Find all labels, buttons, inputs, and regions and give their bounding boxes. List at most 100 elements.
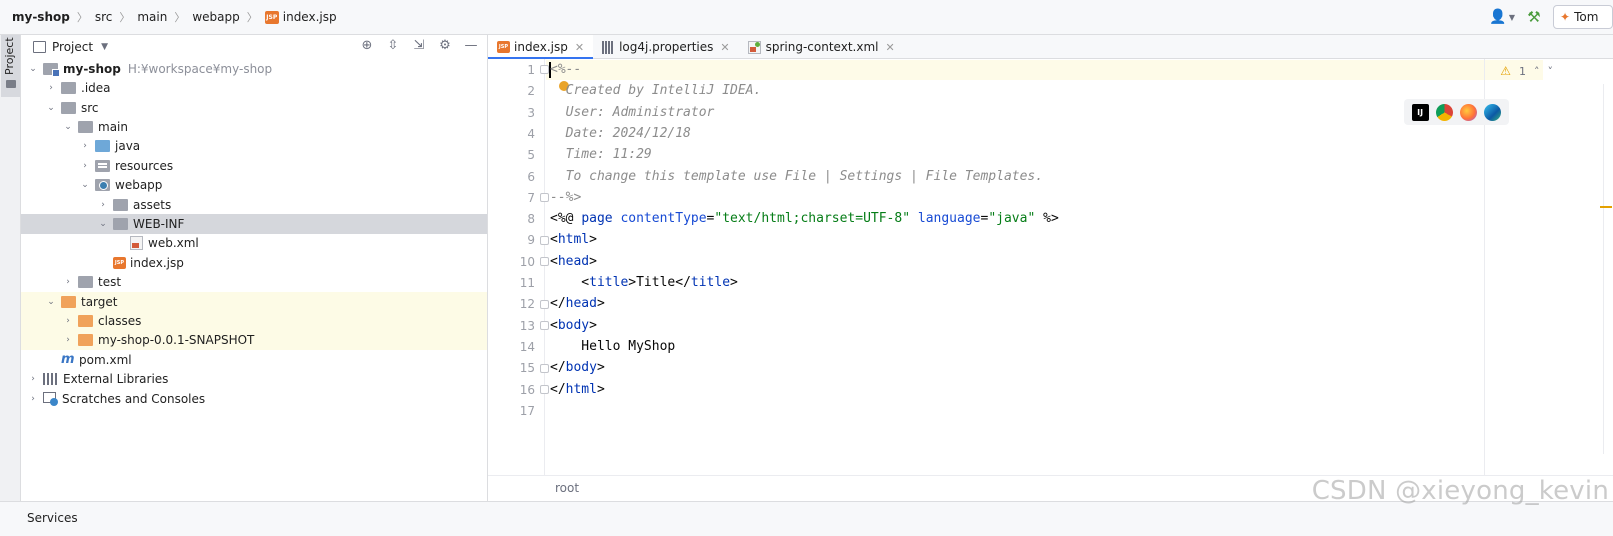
code-editor[interactable]: 1 2 3 4 5 6 7 8 9 10 11 12 13 14 15 16 1… xyxy=(488,59,1613,475)
jsp-file-icon: JSP xyxy=(113,256,126,269)
collapse-all-icon[interactable]: ⇲ xyxy=(411,38,427,54)
tree-item-web-inf[interactable]: ⌄ WEB-INF xyxy=(21,214,487,234)
tree-item-my-shop[interactable]: ⌄ my-shop H:¥workspace¥my-shop xyxy=(21,59,487,79)
tree-item-path-hint: H:¥workspace¥my-shop xyxy=(127,61,273,76)
fold-marker-icon[interactable] xyxy=(540,385,549,394)
chevron-right-icon[interactable]: › xyxy=(79,141,91,151)
tree-item-src[interactable]: ⌄ src xyxy=(21,98,487,118)
fold-marker-icon[interactable] xyxy=(540,65,549,74)
close-icon[interactable]: ✕ xyxy=(720,41,729,54)
tree-item-classes[interactable]: › classes xyxy=(21,311,487,331)
tree-item-pom-xml[interactable]: m pom.xml xyxy=(21,350,487,370)
chrome-icon[interactable] xyxy=(1435,103,1453,121)
tree-item-test[interactable]: › test xyxy=(21,272,487,292)
warning-stripe-marker[interactable] xyxy=(1600,206,1612,208)
breadcrumb-item-webapp[interactable]: webapp 〉 xyxy=(192,9,264,25)
fold-marker-icon[interactable] xyxy=(540,321,549,330)
fold-marker-icon[interactable] xyxy=(540,300,549,309)
project-stripe-label: Project xyxy=(3,37,16,75)
chevron-up-icon[interactable]: ˄ xyxy=(1534,65,1540,78)
chevron-right-icon[interactable]: › xyxy=(62,316,74,326)
tree-item-web-xml[interactable]: web.xml xyxy=(21,234,487,254)
title-text: >Title</ xyxy=(628,275,691,290)
chevron-down-icon[interactable]: ⌄ xyxy=(27,64,39,74)
chevron-down-icon[interactable]: ⌄ xyxy=(45,297,57,307)
vcs-user-button[interactable]: 👤 ▼ xyxy=(1489,9,1515,25)
chevron-down-icon[interactable]: ⌄ xyxy=(62,122,74,132)
tab-log4j-properties[interactable]: log4j.properties ✕ xyxy=(593,35,739,59)
library-icon xyxy=(43,373,58,386)
tag-bracket: > xyxy=(589,317,597,333)
structure-path[interactable]: root xyxy=(555,481,579,495)
run-configuration-select[interactable]: ✦ Tom xyxy=(1553,5,1613,29)
line-number-gutter[interactable]: 1 2 3 4 5 6 7 8 9 10 11 12 13 14 15 16 1… xyxy=(488,59,545,475)
chevron-down-icon[interactable]: ⌄ xyxy=(97,219,109,229)
tree-item-resources[interactable]: › resources xyxy=(21,156,487,176)
tree-item-label: External Libraries xyxy=(63,372,169,387)
breadcrumb-item-file[interactable]: JSP index.jsp xyxy=(264,10,337,24)
tree-item-snapshot[interactable]: › my-shop-0.0.1-SNAPSHOT xyxy=(21,330,487,351)
close-icon[interactable]: ✕ xyxy=(575,41,584,54)
close-icon[interactable]: ✕ xyxy=(885,41,894,54)
expand-all-icon[interactable]: ⇳ xyxy=(385,38,401,54)
fold-marker-icon[interactable] xyxy=(540,257,549,266)
tree-item-target[interactable]: ⌄ target xyxy=(21,291,487,312)
tag-bracket: > xyxy=(730,275,738,290)
tree-item-external-libraries[interactable]: › External Libraries xyxy=(21,369,487,389)
toolbar-right: 👤 ▼ ⚒ ✦ Tom xyxy=(1489,5,1613,29)
breadcrumb-item-project[interactable]: my-shop 〉 xyxy=(12,9,95,25)
tree-item-scratches[interactable]: › Scratches and Consoles xyxy=(21,389,487,409)
project-view-selector[interactable]: Project xyxy=(52,40,93,54)
chevron-right-icon[interactable]: › xyxy=(62,335,74,345)
tab-spring-context-xml[interactable]: spring-context.xml ✕ xyxy=(739,35,904,59)
chevron-down-icon[interactable]: ˅ xyxy=(1548,65,1554,78)
tree-item-index-jsp[interactable]: JSP index.jsp xyxy=(21,253,487,273)
attribute-value: "text/html;charset=UTF-8" xyxy=(714,211,911,227)
tag-bracket: < xyxy=(550,253,558,269)
chevron-right-icon[interactable]: › xyxy=(79,161,91,171)
chevron-down-icon[interactable]: ⌄ xyxy=(79,180,91,190)
tree-item-label: my-shop-0.0.1-SNAPSHOT xyxy=(98,333,255,348)
code-line-8: <%@ page contentType="text/html;charset=… xyxy=(550,211,1059,226)
services-tool-button[interactable]: Services xyxy=(27,511,78,525)
chevron-right-icon[interactable]: › xyxy=(97,200,109,210)
project-tool-window-button[interactable]: Project xyxy=(1,35,20,97)
fold-marker-icon[interactable] xyxy=(540,364,549,373)
tag-bracket: < xyxy=(550,232,558,248)
tree-item-main[interactable]: ⌄ main xyxy=(21,117,487,137)
fold-marker-icon[interactable] xyxy=(540,236,549,245)
tree-item-label: web.xml xyxy=(148,236,199,251)
tree-item-java[interactable]: › java xyxy=(21,137,487,157)
resources-folder-icon xyxy=(95,159,110,172)
tree-item-label: .idea xyxy=(81,81,111,96)
tag-name: html xyxy=(557,232,590,248)
browser-popup: IJ xyxy=(1404,99,1509,125)
intellij-browser-icon[interactable]: IJ xyxy=(1411,103,1429,121)
gear-icon[interactable]: ⚙ xyxy=(437,38,453,54)
inspection-widget[interactable]: ⚠ 1 ˄ ˅ xyxy=(1500,64,1553,78)
tag-bracket: < xyxy=(550,317,558,333)
vertical-scrollbar[interactable] xyxy=(1603,84,1611,454)
edge-icon[interactable] xyxy=(1484,103,1502,121)
locate-file-icon[interactable]: ⊕ xyxy=(359,38,375,54)
tree-item-webapp[interactable]: ⌄ webapp xyxy=(21,175,487,195)
chevron-down-icon[interactable]: ⌄ xyxy=(45,103,57,113)
line-number: 6 xyxy=(527,169,535,184)
chevron-right-icon[interactable]: › xyxy=(62,277,74,287)
chevron-right-icon[interactable]: › xyxy=(27,394,39,404)
breadcrumb-item-src[interactable]: src 〉 xyxy=(95,9,138,25)
chevron-down-icon[interactable]: ▼ xyxy=(101,42,108,52)
tab-index-jsp[interactable]: JSP index.jsp ✕ xyxy=(488,35,594,60)
chevron-right-icon[interactable]: › xyxy=(45,83,57,93)
code-line-4: Date: 2024/12/18 xyxy=(550,125,691,141)
tree-item-assets[interactable]: › assets xyxy=(21,195,487,215)
firefox-icon[interactable] xyxy=(1460,103,1478,121)
build-hammer-icon[interactable]: ⚒ xyxy=(1525,8,1543,26)
fold-marker-icon[interactable] xyxy=(540,193,549,202)
tomcat-icon: ✦ xyxy=(1560,10,1571,24)
hide-panel-icon[interactable]: — xyxy=(463,38,479,54)
properties-file-icon xyxy=(602,40,615,54)
breadcrumb-item-main[interactable]: main 〉 xyxy=(137,9,192,25)
chevron-right-icon[interactable]: › xyxy=(27,374,39,384)
tree-item-idea[interactable]: › .idea xyxy=(21,78,487,98)
